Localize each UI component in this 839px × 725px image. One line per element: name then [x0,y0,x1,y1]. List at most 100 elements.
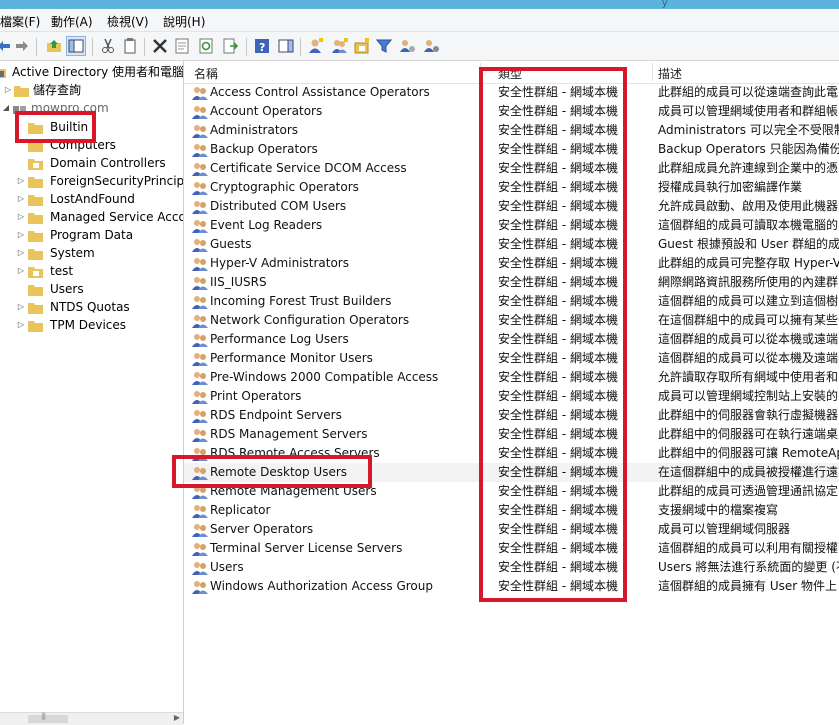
filter-icon[interactable] [374,36,394,56]
group-description: 成員可以管理網域伺服器 [658,522,791,536]
folder-icon [28,319,44,332]
tree-item-label: NTDS Quotas [50,300,130,314]
tree-horizontal-scrollbar[interactable]: ▶ [0,712,183,725]
group-name: Access Control Assistance Operators [210,85,430,99]
group-icon [192,85,208,100]
expand-arrow-icon[interactable]: ▷ [16,208,26,226]
group-name: Administrators [210,123,299,137]
group-icon [192,237,208,252]
expand-arrow-icon[interactable]: ▷ [16,226,26,244]
folder-icon [28,175,44,188]
group-name: RDS Management Servers [210,427,368,441]
column-divider[interactable] [652,63,653,81]
folder-icon [28,193,44,206]
console-tree: Active Directory 使用者和電腦 ▷ 儲存查詢 ◢ mowpro.… [0,61,184,724]
group-name: Event Log Readers [210,218,323,232]
cut-icon[interactable] [98,36,118,56]
group-icon [192,503,208,518]
delegate-control-icon[interactable] [422,36,442,56]
group-name: Network Configuration Operators [210,313,410,327]
group-description: 允許讀取存取所有網域中使用者和 [658,370,839,384]
add-to-group-icon[interactable] [398,36,418,56]
refresh-icon[interactable] [196,36,216,56]
group-description: 支援網域中的檔案複寫 [658,503,779,517]
scroll-right-arrow-icon[interactable]: ▶ [174,713,180,722]
up-folder-icon[interactable] [44,36,64,56]
annotation-box-builtin [15,111,96,143]
ad-root-icon [0,66,8,78]
group-name: Terminal Server License Servers [210,541,403,555]
expand-arrow-icon[interactable]: ▷ [16,172,26,190]
menu-action[interactable]: 動作(A) [51,13,93,30]
group-icon [192,218,208,233]
group-description: 此群組的成員可完整存取 Hyper-V [658,256,839,270]
expand-arrow-icon[interactable]: ▷ [16,244,26,262]
folder-icon [14,84,30,97]
menu-view[interactable]: 檢視(V) [107,13,149,30]
delete-icon[interactable] [150,36,170,56]
copy-icon[interactable] [120,36,140,56]
group-description: 此群組中的伺服器會執行虛擬機器 [658,408,839,422]
expand-arrow-icon[interactable]: ▷ [16,316,26,334]
group-name: Replicator [210,503,271,517]
folder-icon [28,211,44,224]
group-name: Guests [210,237,252,251]
menu-file[interactable]: 檔案(F) [0,13,40,30]
group-icon [192,541,208,556]
group-description: 此群組成員允許連線到企業中的憑 [658,161,839,175]
group-description: 此群組中的伺服器可在執行遠端桌 [658,427,839,441]
toolbar: ? [0,32,839,61]
folder-icon [28,247,44,260]
column-description[interactable]: 描述 [658,65,682,82]
group-description: 這個群組的成員可讀取本機電腦的 [658,218,839,232]
group-description: 此群組的成員可以從遠端查詢此電 [658,85,839,99]
group-description: 這個群組的成員可以從本機或遠端 [658,332,839,346]
group-icon [192,199,208,214]
annotation-box-type-column [479,67,627,602]
collapse-arrow-icon[interactable]: ◢ [1,99,11,117]
properties-icon[interactable] [172,36,192,56]
svg-text:?: ? [259,41,265,54]
group-name: Windows Authorization Access Group [210,579,433,593]
group-description: Backup Operators 只能因為備份或 [658,142,839,156]
tree-item-label: System [50,246,95,260]
folder-icon [28,229,44,242]
expand-arrow-icon[interactable]: ▷ [16,262,26,280]
group-name: Users [210,560,244,574]
group-icon [192,427,208,442]
expand-arrow-icon[interactable]: ▷ [16,298,26,316]
forward-icon[interactable] [12,36,32,56]
new-user-icon[interactable] [306,36,326,56]
show-tree-icon[interactable] [66,36,86,56]
group-icon [192,332,208,347]
annotation-box-remote-desktop-users [172,455,372,488]
window-title: y [661,0,669,9]
group-name: Backup Operators [210,142,318,156]
group-name: Server Operators [210,522,314,536]
group-description: 這個群組的成員可以建立到這個樹 [658,294,839,308]
group-description: 成員可以管理網域使用者和群組帳 [658,104,839,118]
column-name[interactable]: 名稱 [194,65,218,82]
scrollbar-thumb[interactable] [28,712,68,723]
group-description: 這個群組的成員可以利用有關授權 [658,541,839,555]
tree-item-label: ForeignSecurityPrincipals [50,174,184,188]
menu-help[interactable]: 說明(H) [163,13,205,30]
new-ou-icon[interactable] [352,36,372,56]
export-icon[interactable] [220,36,240,56]
folder-icon [28,283,44,296]
expand-arrow-icon[interactable]: ▷ [3,81,13,99]
help-icon[interactable]: ? [252,36,272,56]
tree-item-label: Domain Controllers [50,156,166,170]
new-group-icon[interactable] [330,36,350,56]
group-icon [192,123,208,138]
show-pane-icon[interactable] [276,36,296,56]
group-description: 授權成員執行加密編譯作業 [658,180,803,194]
folder-icon [28,301,44,314]
group-description: 這個群組的成員擁有 User 物件上 [658,579,837,593]
expand-arrow-icon[interactable]: ▷ [16,190,26,208]
ou-folder-icon [28,265,44,278]
tree-item-label: 儲存查詢 [33,83,82,97]
group-name: Incoming Forest Trust Builders [210,294,392,308]
group-icon [192,275,208,290]
tree-item-label: Users [50,282,84,296]
